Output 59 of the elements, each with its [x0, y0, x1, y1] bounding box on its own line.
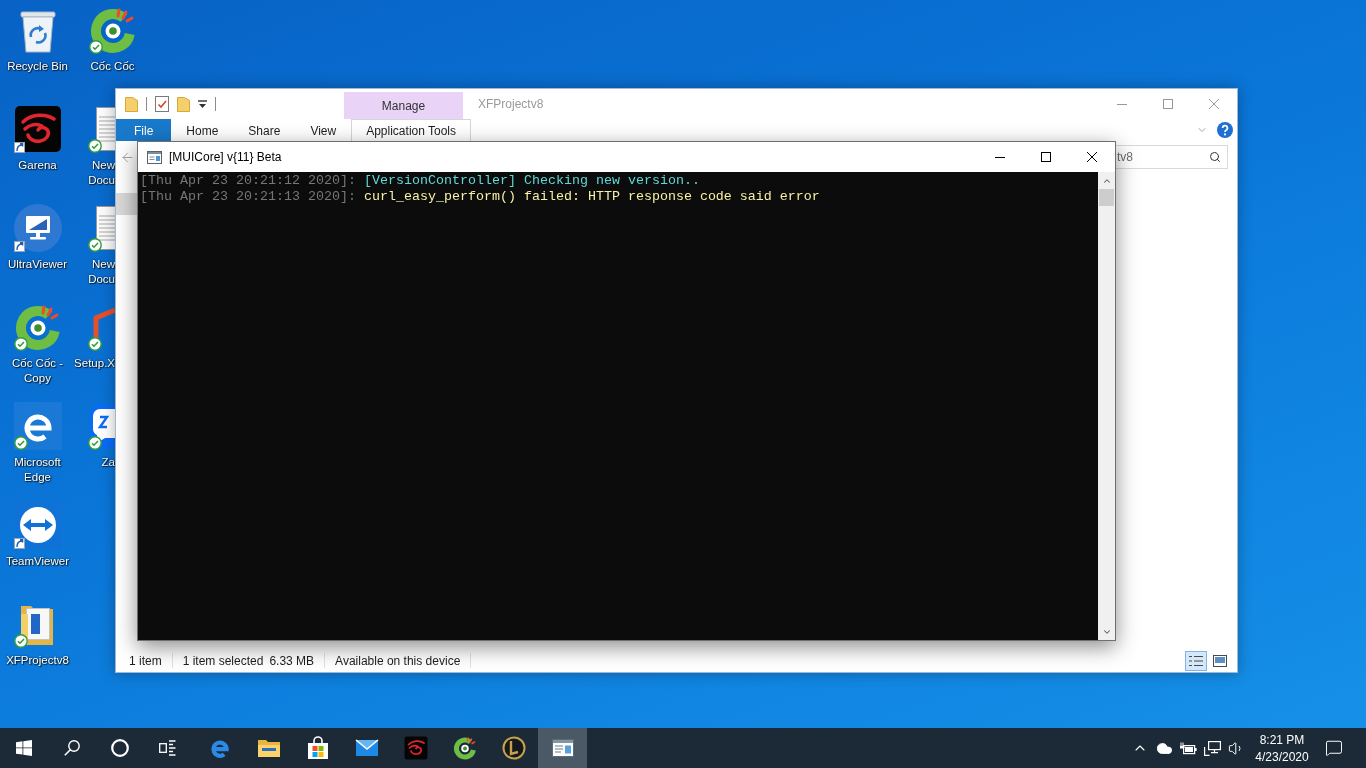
desktop-icon-label[interactable]: New Docu	[69, 257, 115, 287]
maximize-icon	[1163, 99, 1173, 109]
contextual-tab-header: Manage	[344, 92, 463, 119]
close-icon	[1209, 99, 1219, 109]
file-menu-tab[interactable]: File	[116, 119, 172, 141]
scrollbar[interactable]	[1098, 172, 1115, 640]
desktop-icon-label[interactable]: Garena	[18, 158, 57, 173]
log-message: curl_easy_perform() failed: HTTP response code said error	[363, 189, 820, 205]
app-window-icon[interactable]	[550, 736, 575, 760]
close-icon	[1087, 152, 1097, 162]
status-text: 1 item selected	[182, 653, 264, 668]
document-icon[interactable]	[96, 105, 115, 153]
shopping-bag-icon[interactable]	[305, 736, 330, 760]
app-window-icon	[147, 150, 162, 164]
network-icon[interactable]	[1203, 740, 1221, 756]
search-icon[interactable]	[1209, 151, 1221, 163]
ring-logo-icon[interactable]	[452, 736, 477, 760]
monitor-logo-icon[interactable]	[13, 204, 62, 252]
search-field[interactable]: tv8	[1116, 145, 1228, 169]
battery-plug-icon[interactable]	[1179, 741, 1197, 755]
task-view-icon[interactable]	[158, 740, 176, 756]
ribbon-tab[interactable]: Application Tools	[351, 119, 472, 141]
details-view-button[interactable]	[1185, 650, 1207, 671]
notification-icon[interactable]	[1325, 739, 1343, 757]
ribbon-tab[interactable]: Share	[233, 119, 296, 141]
dropdown-caret-icon[interactable]	[198, 99, 207, 109]
search-icon[interactable]	[64, 740, 80, 756]
ring-icon[interactable]	[110, 739, 129, 757]
log-timestamp: [Thu Apr 23 20:21:12 2020]:	[140, 173, 356, 189]
details-view-icon	[1189, 654, 1203, 667]
desktop-icon-label[interactable]: New Docu	[69, 158, 115, 188]
window-title: XFProjectv8	[477, 96, 544, 113]
clock-button[interactable]: 8:21 PM 4/23/2020	[1248, 728, 1316, 768]
minimize-icon	[1117, 103, 1127, 105]
document-icon[interactable]	[96, 204, 115, 252]
circle-emblem-icon[interactable]	[501, 736, 526, 760]
desktop-icon-label[interactable]: UltraViewer	[7, 257, 68, 272]
dragon-logo-icon[interactable]	[13, 105, 62, 153]
scroll-thumb[interactable]	[1099, 189, 1114, 206]
desktop-icon-label[interactable]: XFProjectv8	[6, 653, 69, 668]
desktop-icon-label[interactable]: TeamViewer	[5, 554, 70, 569]
desktop-icon-label[interactable]: Cốc Cốc	[90, 59, 135, 74]
status-text: 6.33 MB	[269, 653, 315, 668]
help-icon[interactable]	[1217, 122, 1233, 138]
window-title: [MUICore] v{11} Beta	[168, 149, 282, 166]
thumbnail-view-icon	[1213, 654, 1227, 667]
ribbon-tab[interactable]: Home	[171, 119, 234, 141]
windows-logo-icon[interactable]	[16, 740, 32, 756]
ribbon-tab[interactable]: View	[295, 119, 352, 141]
checklist-icon[interactable]	[155, 96, 169, 112]
taskbar-app-button[interactable]	[538, 728, 587, 768]
minimize-icon	[995, 156, 1005, 158]
log-message: [VersionController] Checking new version..	[363, 173, 700, 189]
maximize-icon	[1041, 152, 1051, 162]
e-logo-icon[interactable]	[13, 402, 62, 450]
status-text: Available on this device	[335, 653, 461, 668]
log-timestamp: [Thu Apr 23 20:21:13 2020]:	[140, 189, 356, 205]
desktop-icon-label[interactable]: Recycle Bin	[7, 59, 68, 74]
status-text: 1 item	[129, 653, 162, 668]
